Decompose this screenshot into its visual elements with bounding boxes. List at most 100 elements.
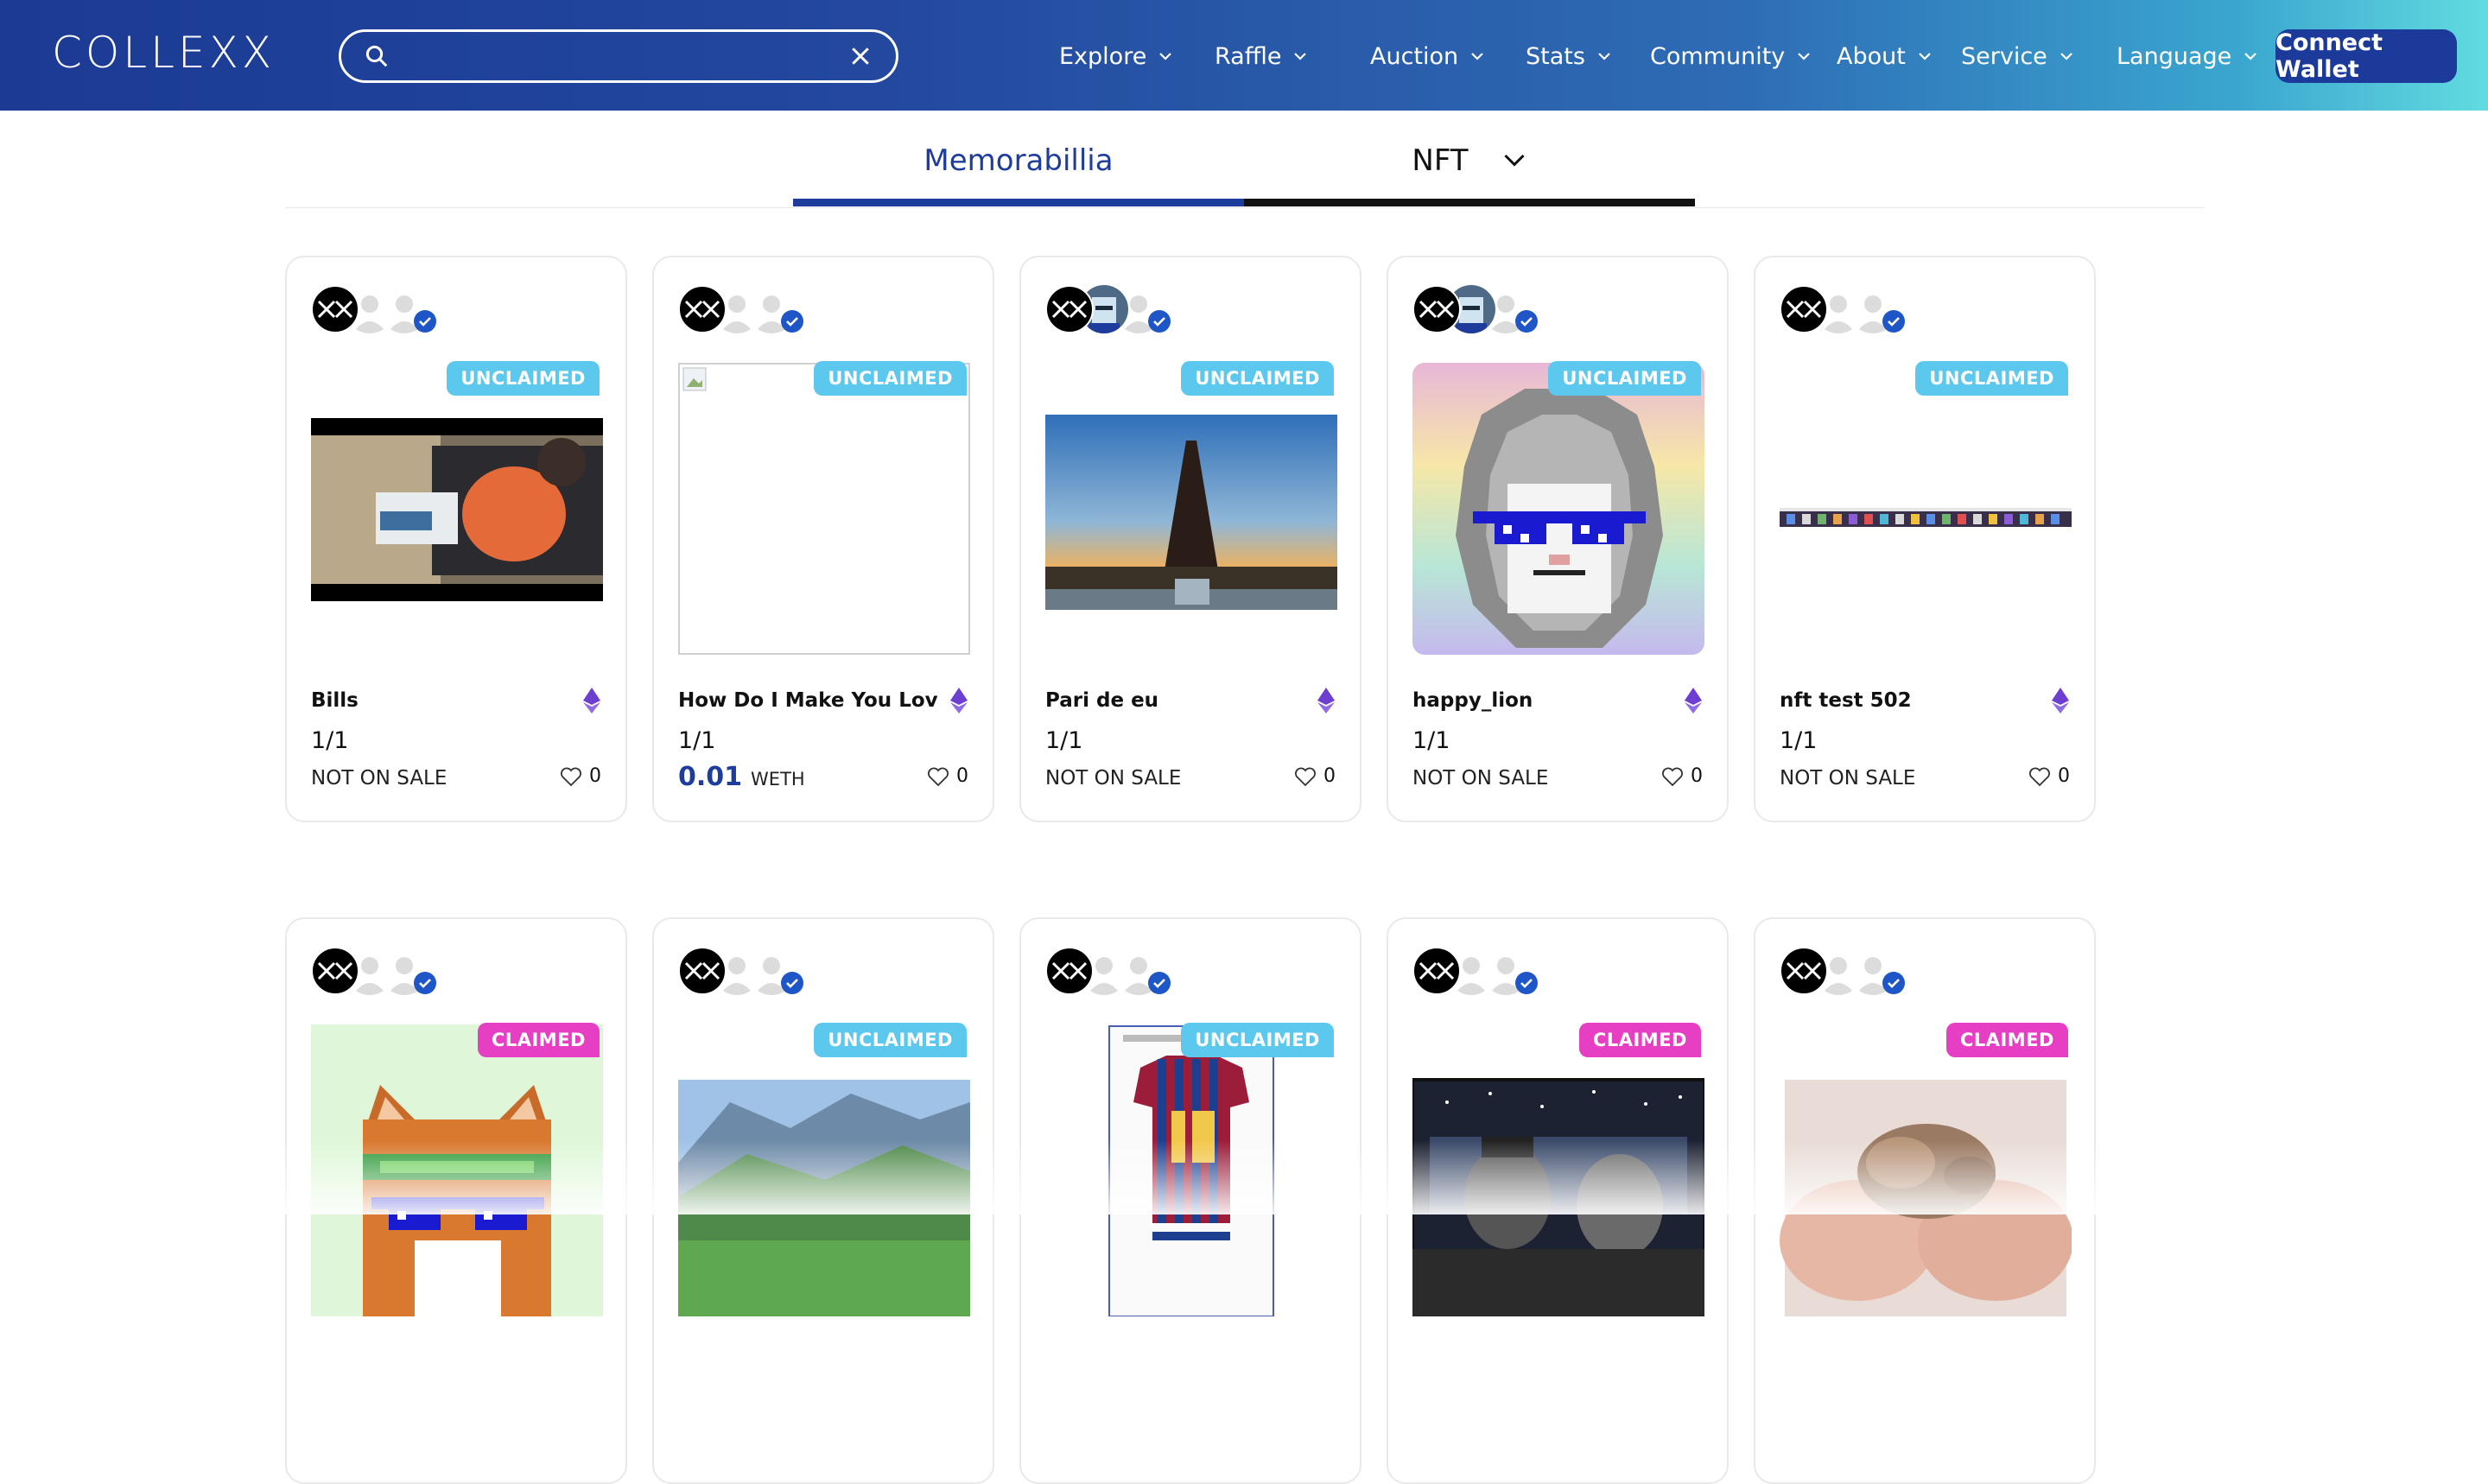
nft-title[interactable]: How Do I Make You Love ... [678,689,937,712]
nft-title[interactable]: Pari de eu [1045,689,1304,712]
search-box[interactable] [339,29,898,83]
top-navbar: COLLEXX Explore Raffle Auction Stats Com… [0,0,2488,111]
nav-auction[interactable]: Auction [1370,38,1486,74]
nft-media-pixel-lion[interactable] [1412,363,1704,655]
nft-media-baby-animal-hands[interactable] [1780,1024,2072,1316]
collexx-avatar[interactable] [311,285,359,333]
nav-service[interactable]: Service [1961,38,2075,74]
nft-media-mountain-valley[interactable] [678,1024,970,1316]
like-button[interactable]: 0 [1294,765,1336,787]
ethereum-icon [2052,688,2069,713]
nft-card[interactable]: CLAIMED [285,917,627,1484]
edition-count: 1/1 [1045,727,1083,754]
sale-status: NOT ON SALE [1045,767,1182,790]
heart-icon [928,767,949,786]
verified-icon [414,972,436,994]
tab-nft[interactable]: NFT [1244,119,1695,202]
nft-title[interactable]: nft test 502 [1780,689,2039,712]
nav-language[interactable]: Language [2117,38,2259,74]
like-button[interactable]: 0 [927,765,968,787]
card-avatars [1045,947,1192,995]
card-avatars [678,285,825,333]
verified-icon [1882,972,1905,994]
like-button[interactable]: 0 [560,765,601,787]
chevron-down-icon [1798,53,1811,60]
nft-media-pixel-shiba[interactable] [311,1024,603,1316]
nft-media-messi-jersey-certificate[interactable] [1045,1024,1337,1316]
nft-media-screenshot-strip[interactable] [1780,363,2072,655]
nft-media-video-still[interactable] [311,363,603,655]
card-avatars [678,947,825,995]
edition-count: 1/1 [678,727,716,754]
nft-card[interactable]: UNCLAIMED nft test 502 1/1 NOT ON SALE 0 [1754,256,2096,822]
heart-icon [1662,767,1683,786]
collexx-avatar[interactable] [1412,285,1461,333]
card-avatars [1780,285,1926,333]
chevron-down-icon [1159,53,1172,60]
nft-card[interactable]: UNCLAIMED Bills 1/1 NOT ON SALE 0 [285,256,627,822]
chevron-down-icon [1598,53,1610,60]
nft-media-eiffel-tower[interactable] [1045,363,1337,655]
like-button[interactable]: 0 [1661,765,1703,787]
status-badge: UNCLAIMED [814,361,967,396]
search-input[interactable] [407,42,830,70]
collexx-avatar[interactable] [678,285,727,333]
nav-explore[interactable]: Explore [1059,38,1174,74]
verified-icon [1882,310,1905,333]
collexx-logo[interactable]: COLLEXX [52,28,275,78]
chevron-down-icon [1471,53,1483,60]
status-badge: UNCLAIMED [1915,361,2068,396]
ethereum-icon [1317,688,1335,713]
nft-card[interactable]: CLAIMED [1754,917,2096,1484]
status-badge: CLAIMED [1578,1023,1701,1057]
verified-icon [414,310,436,333]
status-badge: UNCLAIMED [1548,361,1701,396]
heart-icon [1295,767,1316,786]
connect-wallet-button[interactable]: Connect Wallet [2275,29,2457,83]
sale-status: NOT ON SALE [1412,767,1549,790]
collexx-avatar[interactable] [311,947,359,995]
clear-search-icon[interactable] [847,43,873,69]
collexx-avatar[interactable] [1780,285,1828,333]
collexx-avatar[interactable] [1412,947,1461,995]
tab-memorabillia[interactable]: Memorabillia [793,119,1244,202]
chevron-down-icon [1504,154,1525,167]
nav-stats[interactable]: Stats [1526,38,1613,74]
nav-community[interactable]: Community [1650,38,1812,74]
verified-icon [781,310,803,333]
status-badge: UNCLAIMED [447,361,600,396]
nft-card[interactable]: UNCLAIMED Pari de eu 1/1 NOT ON SALE 0 [1019,256,1361,822]
collexx-avatar[interactable] [678,947,727,995]
nft-title[interactable]: happy_lion [1412,689,1672,712]
nav-about[interactable]: About [1837,38,1933,74]
edition-count: 1/1 [1412,727,1450,754]
edition-count: 1/1 [1780,727,1818,754]
chevron-down-icon [2060,53,2072,60]
nav-raffle[interactable]: Raffle [1215,38,1309,74]
status-badge: CLAIMED [477,1023,600,1057]
card-avatars [1412,285,1559,333]
category-tabs: Memorabillia NFT [793,119,1695,207]
nft-card[interactable]: UNCLAIMED [1019,917,1361,1484]
nft-card[interactable]: UNCLAIMED happy_lion 1/1 NOT ON SALE 0 [1387,256,1729,822]
nft-title[interactable]: Bills [311,689,570,712]
status-badge: CLAIMED [1945,1023,2068,1057]
status-badge: UNCLAIMED [814,1023,967,1057]
nft-card[interactable]: CLAIMED [1387,917,1729,1484]
collexx-avatar[interactable] [1045,947,1094,995]
nft-media-broken-image[interactable] [678,363,970,655]
nft-card[interactable]: UNCLAIMED How Do I Make You Love ... 1/1… [652,256,994,822]
card-avatars [1045,285,1192,333]
like-button[interactable]: 0 [2028,765,2070,787]
active-tab-indicator [793,199,1244,206]
collexx-avatar[interactable] [1780,947,1828,995]
heart-icon [561,767,581,786]
nft-card[interactable]: UNCLAIMED [652,917,994,1484]
ethereum-icon [583,688,600,713]
nft-media-car-interior-art[interactable] [1412,1024,1704,1316]
section-divider [285,207,2205,208]
collexx-avatar[interactable] [1045,285,1094,333]
sale-status: NOT ON SALE [311,767,447,790]
verified-icon [781,972,803,994]
ethereum-icon [1685,688,1702,713]
